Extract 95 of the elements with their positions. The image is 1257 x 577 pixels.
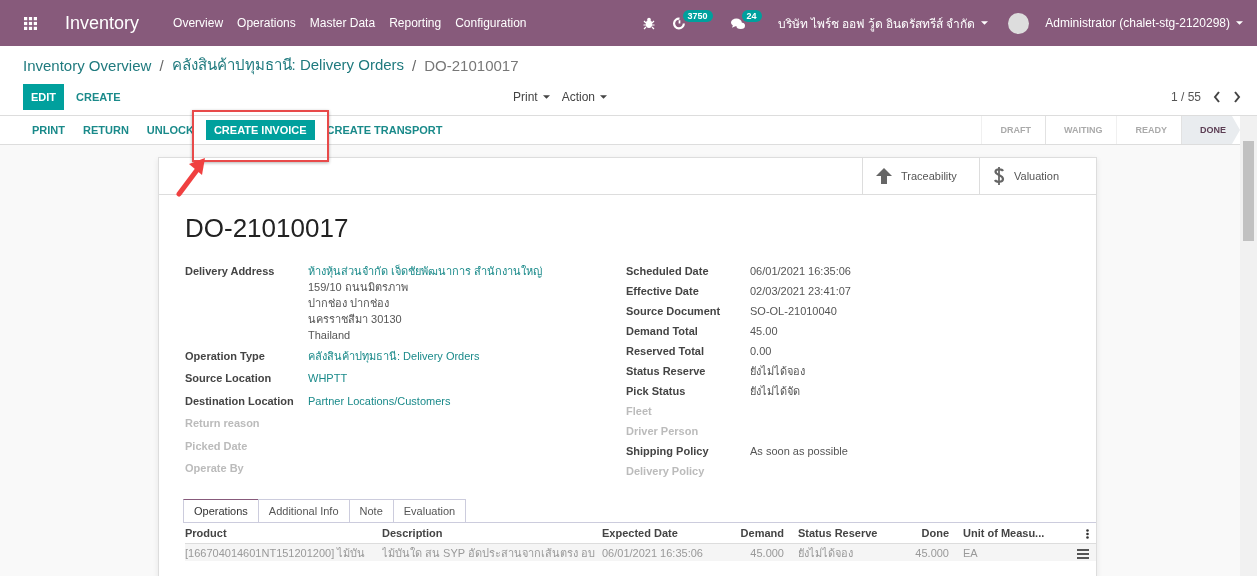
notebook-tab[interactable]: Evaluation [392,499,467,522]
field-label: Pick Status [626,384,687,399]
caret-icon [542,95,550,99]
caret-icon[interactable] [981,21,989,25]
breadcrumb-separator: / [412,56,417,74]
field-value: 45.00 [750,324,779,339]
field-link[interactable]: WHPTT [308,370,626,387]
table-cell-text: 45.000 [749,546,785,559]
field-label: Source Document [626,304,722,319]
table-cell-text: 45.000 [914,546,950,559]
notebook-tab[interactable]: Operations [183,499,259,522]
field-label: Reserved Total [626,344,706,359]
field-label: Source Location [185,371,273,387]
caret-icon[interactable] [1236,21,1243,25]
clock-icon[interactable] [672,16,686,30]
avatar-silhouette[interactable] [1008,12,1030,34]
breadcrumb-link[interactable]: Inventory Overview [23,56,152,74]
smart-button[interactable]: Valuation [979,158,1096,194]
field-link[interactable]: Partner Locations/Customers [308,392,626,409]
caret-icon [600,95,608,99]
statusbar-button[interactable]: RETURN [74,121,138,139]
company-switcher[interactable]: บริษัท ไพร์ช ออฟ วู้ด อินดรัสทรีส์ จำกัด [777,13,976,33]
field-label: Return reason [185,416,261,432]
field-label: Status Reserve [626,364,707,379]
field-value: 02/03/2021 23:41:07 [750,284,852,299]
field-label: Driver Person [626,424,700,439]
field-label: Delivery Address [185,264,276,279]
field-value: ยังไม่ได้จัด [750,384,801,399]
table-cell-text: 06/01/2021 16:35:06 [602,546,704,559]
menu-item[interactable]: Master Data [309,16,376,30]
breadcrumb-link[interactable]: คลังสินค้าปทุมธานี: Delivery Orders [171,53,405,77]
user-menu[interactable]: Administrator (chalet-stg-2120298) [1045,16,1230,30]
app-name: Inventory [65,12,140,34]
field-label: Operation Type [185,348,266,364]
menu-item[interactable]: Overview [173,16,224,30]
field-value: 06/01/2021 16:35:06 [750,264,852,279]
table-cell-text: ไม้บันใด สน SYP อัดประสานจากเส้นตรง อบ [382,545,597,561]
field-label: Delivery Policy [626,464,706,479]
counter-badge: 3750 [682,9,713,22]
column-header[interactable]: Product [185,527,382,539]
statusbar-button[interactable]: CREATE INVOICE [205,120,315,140]
field-label: Scheduled Date [626,264,710,279]
table-cell-text: ยังไม่ได้จอง [797,545,854,561]
previous-icon[interactable] [1213,91,1221,103]
statusbar-button[interactable]: UNLOCK [137,121,203,139]
field-link[interactable]: ห้างหุ้นส่วนจำกัด เจ็ดชัยพัฒนาการ สำนักงานใหญ่ [308,263,626,279]
field-link[interactable]: คลังสินค้าปทุมธานี: Delivery Orders [308,347,626,364]
dropdown-button[interactable]: Print [513,90,550,104]
column-header[interactable]: Status Reserve [790,527,905,539]
field-label: Fleet [626,404,653,419]
field-value: นครราชสีมา 30130 [308,312,403,327]
field-value: ยังไม่ได้จอง [750,364,806,379]
column-header[interactable]: Unit of Measu... [955,527,1050,539]
field-value: 0.00 [750,344,773,359]
field-value: 159/10 ถนนมิตรภาพ [308,280,409,295]
field-value: SO-OL-21010040 [750,304,838,319]
breadcrumb-separator: / [159,56,164,74]
field-label: Demand Total [626,324,699,339]
pager-value: 1 / 55 [1170,90,1201,104]
bug-icon[interactable] [642,16,655,30]
statusbar-button[interactable]: PRINT [23,121,74,139]
options-kebab-icon[interactable] [1086,529,1089,540]
column-header[interactable]: Demand [740,527,790,539]
table-cell-text: [166704014601NT151201200] ไม้บัน [185,545,367,561]
record-title: DO-21010017 [184,212,350,245]
form-button[interactable]: CREATE [68,84,129,110]
dollar-icon [993,167,1005,185]
field-label: Shipping Policy [626,444,710,459]
column-header[interactable]: Description [382,527,602,539]
field-value: ปากช่อง ปากช่อง [308,296,391,311]
column-header[interactable]: Done [905,527,955,539]
arrow-drawing [174,158,206,198]
list-icon[interactable] [1077,548,1089,559]
chat-bubbles-icon[interactable] [730,17,745,29]
table-cell-text: EA [962,546,979,559]
field-value: As soon as possible [750,444,849,459]
menu-item[interactable]: Configuration [455,16,527,30]
apps-grid-icon[interactable] [24,16,37,30]
column-header[interactable]: Expected Date [602,527,740,539]
scrollbar[interactable] [1240,116,1257,576]
smart-button[interactable]: Traceability [862,158,979,194]
form-button[interactable]: EDIT [23,84,65,110]
arrow-up-icon [876,168,892,184]
field-label: Operate By [185,461,245,477]
next-icon[interactable] [1233,91,1241,103]
field-label: Effective Date [626,284,700,299]
menu-item[interactable]: Operations [237,16,296,30]
field-value: Thailand [308,328,352,343]
field-label: Picked Date [185,438,249,454]
field-label: Destination Location [185,393,295,409]
menu-item[interactable]: Reporting [389,16,442,30]
counter-badge: 24 [741,10,762,22]
dropdown-button[interactable]: Action [561,90,608,104]
breadcrumb-current: DO-21010017 [424,56,519,74]
status-stage[interactable]: DONE [1181,116,1240,144]
